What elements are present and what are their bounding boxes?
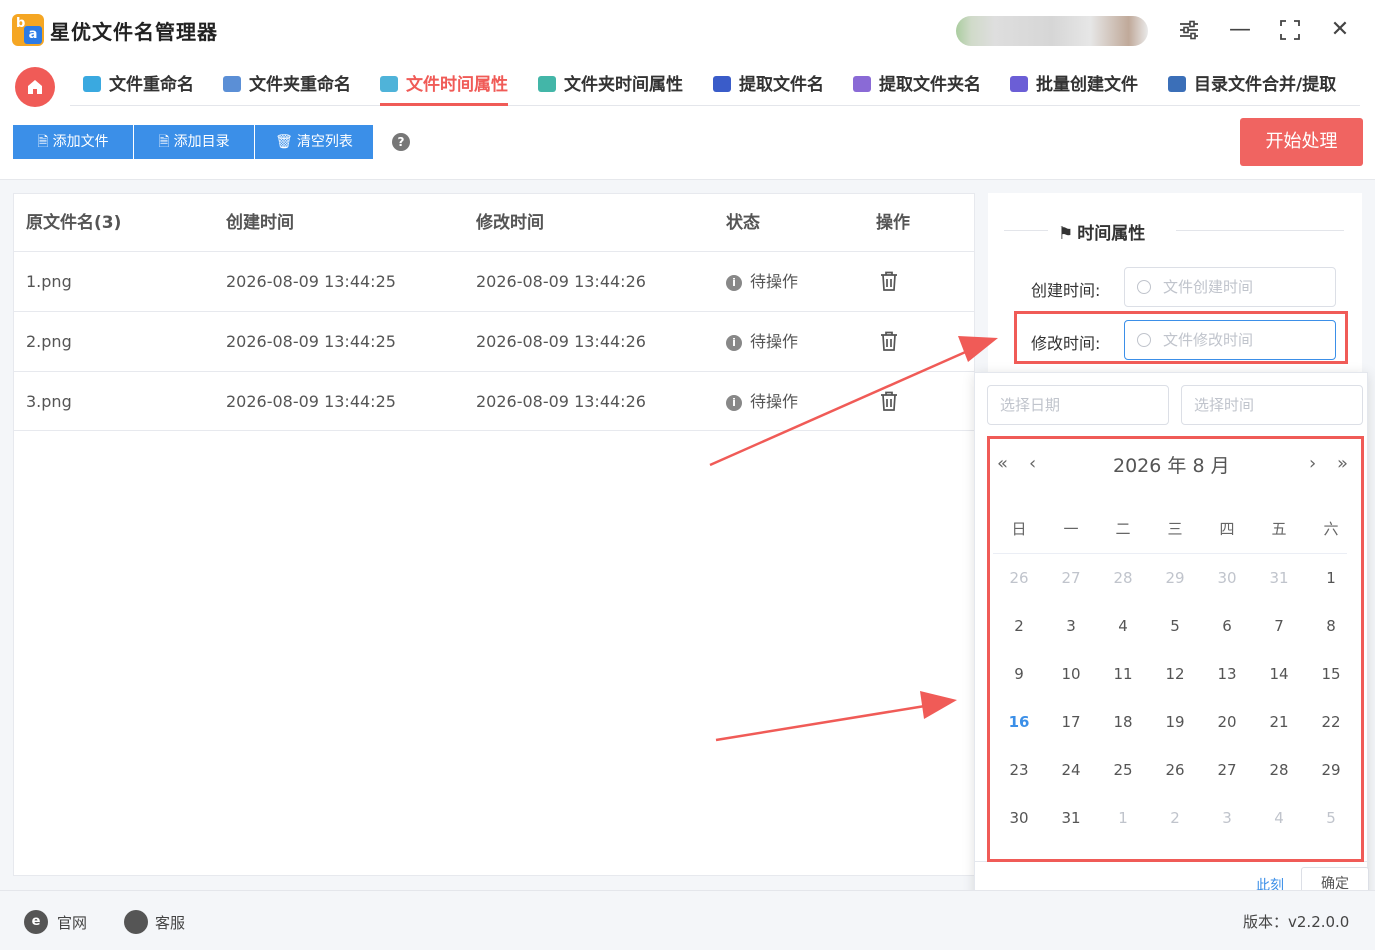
customer-service-link[interactable]: 客服 (155, 912, 185, 933)
annotation-arrow (715, 704, 926, 742)
website-icon[interactable]: e (24, 910, 48, 934)
chat-icon[interactable] (124, 910, 148, 934)
arrow-head (920, 691, 957, 719)
version-label: 版本：v2.2.0.0 (1243, 913, 1350, 931)
footer: e 官网 客服 版本：v2.2.0.0 (0, 890, 1375, 950)
website-link[interactable]: 官网 (57, 912, 87, 933)
annotation-arrow (709, 348, 971, 467)
arrow-head (958, 336, 998, 362)
annotation-arrows (709, 336, 998, 742)
